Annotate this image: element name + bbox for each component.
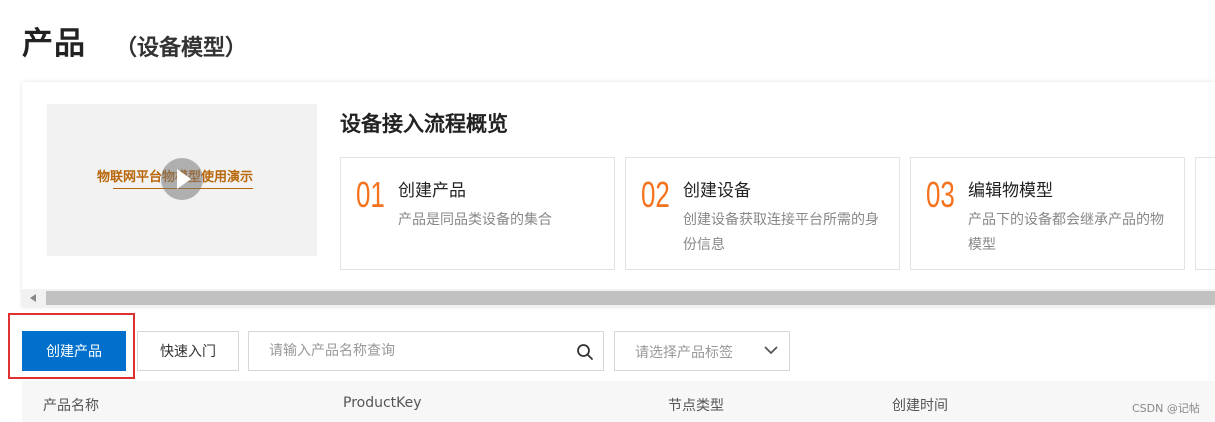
horizontal-scrollbar[interactable]	[22, 289, 1215, 307]
watermark: CSDN @记帖	[1132, 402, 1200, 415]
search-input[interactable]	[249, 332, 549, 370]
scroll-thumb[interactable]	[46, 291, 1215, 305]
product-tag-select[interactable]: 请选择产品标签	[614, 331, 790, 371]
quickstart-button[interactable]: 快速入门	[137, 331, 239, 371]
search-icon[interactable]	[576, 343, 594, 361]
column-header-product-name: 产品名称	[43, 398, 99, 414]
step-description: 创建设备获取连接平台所需的身份信息	[683, 212, 879, 253]
step-description: 产品下的设备都会继承产品的物模型	[968, 212, 1164, 253]
step-number: 02	[641, 174, 670, 215]
column-header-product-key: ProductKey	[343, 395, 422, 411]
chevron-down-icon	[764, 346, 778, 355]
step-title: 编辑物模型	[968, 181, 1053, 201]
step-title: 创建产品	[398, 181, 466, 201]
flow-title: 设备接入流程概览	[340, 112, 508, 136]
page-subtitle: （设备模型）	[115, 36, 248, 61]
step-number: 01	[356, 174, 385, 215]
play-icon[interactable]	[161, 158, 203, 200]
step-card-create-product[interactable]: 01 创建产品 产品是同品类设备的集合	[340, 157, 615, 270]
step-card-partial[interactable]	[1195, 157, 1215, 270]
table-header: 产品名称 ProductKey 节点类型 创建时间	[22, 381, 1215, 422]
create-product-button[interactable]: 创建产品	[22, 331, 126, 371]
page-title: 产品	[22, 26, 86, 62]
step-card-create-device[interactable]: 02 创建设备 创建设备获取连接平台所需的身份信息	[625, 157, 900, 270]
scroll-left-arrow-icon[interactable]	[30, 294, 36, 302]
overview-panel: 物联网平台物模型使用演示 设备接入流程概览 01 创建产品 产品是同品类设备的集…	[22, 82, 1215, 307]
step-description: 产品是同品类设备的集合	[398, 212, 552, 228]
column-header-created-time: 创建时间	[892, 398, 948, 414]
column-header-node-type: 节点类型	[668, 398, 724, 414]
search-box	[248, 331, 604, 371]
step-title: 创建设备	[683, 181, 751, 201]
step-card-edit-model[interactable]: 03 编辑物模型 产品下的设备都会继承产品的物模型	[910, 157, 1185, 270]
select-placeholder: 请选择产品标签	[635, 345, 733, 361]
step-number: 03	[926, 174, 955, 215]
demo-video[interactable]: 物联网平台物模型使用演示	[47, 104, 317, 256]
